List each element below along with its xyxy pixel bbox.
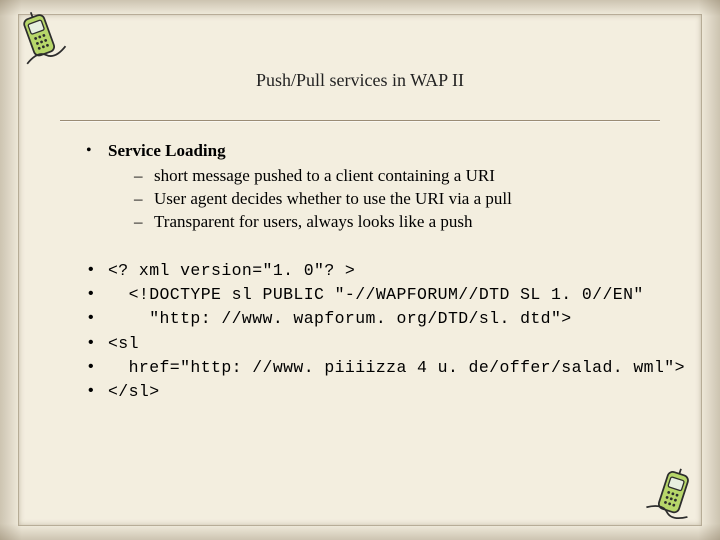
sub-point: Transparent for users, always looks like…: [130, 211, 680, 234]
code-line: <sl: [80, 333, 680, 355]
slide-title: Push/Pull services in WAP II: [0, 70, 720, 91]
heading-service-loading: Service Loading: [108, 141, 226, 160]
code-line: <? xml version="1. 0"? >: [80, 260, 680, 282]
bullet-service-loading: Service Loading short message pushed to …: [80, 140, 680, 234]
sub-point: short message pushed to a client contain…: [130, 165, 680, 188]
code-line: <!DOCTYPE sl PUBLIC "-//WAPFORUM//DTD SL…: [80, 284, 680, 306]
slide: Push/Pull services in WAP II Service Loa…: [0, 0, 720, 540]
slide-body: Service Loading short message pushed to …: [80, 140, 680, 405]
phone-icon: [639, 461, 710, 532]
phone-icon: [6, 2, 78, 74]
code-line: "http: //www. wapforum. org/DTD/sl. dtd"…: [80, 308, 680, 330]
sub-point: User agent decides whether to use the UR…: [130, 188, 680, 211]
code-line: </sl>: [80, 381, 680, 403]
divider: [60, 120, 660, 121]
code-line: href="http: //www. piiiizza 4 u. de/offe…: [80, 357, 680, 379]
code-block: <? xml version="1. 0"? > <!DOCTYPE sl PU…: [80, 260, 680, 404]
